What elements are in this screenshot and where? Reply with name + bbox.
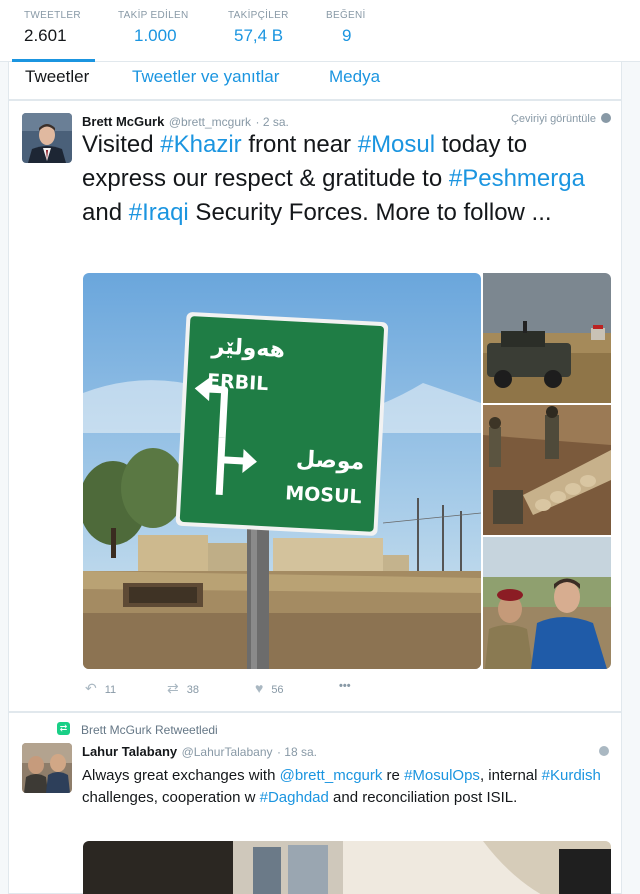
- text-segment: Visited: [82, 131, 161, 158]
- tab-tweets[interactable]: Tweetler: [25, 67, 89, 87]
- hashtag-link[interactable]: #Daghdad: [260, 789, 329, 806]
- tab-media[interactable]: Medya: [329, 67, 380, 87]
- hashtag-link[interactable]: #Kurdish: [542, 767, 601, 784]
- tweet-time[interactable]: · 2 sa.: [255, 115, 288, 129]
- stat-label: TAKİPÇİLER: [228, 10, 289, 21]
- text-segment: Always great exchanges with: [82, 767, 280, 784]
- media-photo-trench[interactable]: [483, 405, 611, 535]
- mention-link[interactable]: @brett_mcgurk: [280, 767, 383, 784]
- author-handle[interactable]: @LahurTalabany: [182, 745, 273, 759]
- reply-button[interactable]: ↶ 11: [85, 680, 116, 697]
- avatar[interactable]: [22, 743, 72, 793]
- text-segment: front near: [241, 131, 358, 158]
- stat-label: TAKİP EDİLEN: [118, 10, 189, 21]
- translate-label[interactable]: Çeviriyi görüntüle: [511, 113, 596, 125]
- text-segment: challenges, cooperation w: [82, 789, 260, 806]
- media-photo-road-sign[interactable]: هەولێر ERBIL موصل MOSUL: [83, 273, 481, 669]
- more-button[interactable]: •••: [339, 680, 351, 692]
- hashtag-link[interactable]: #Peshmerga: [449, 165, 585, 192]
- stat-label: TWEETLER: [24, 10, 81, 21]
- tweet-text: Always great exchanges with @brett_mcgur…: [82, 765, 612, 809]
- stat-value: 57,4 B: [234, 26, 284, 45]
- stat-value: 9: [342, 26, 352, 45]
- sign-erbil: ERBIL: [207, 370, 269, 395]
- stat-followers[interactable]: TAKİPÇİLER 57,4 B: [228, 10, 289, 46]
- retweet-icon: ⇄: [167, 680, 179, 696]
- sign-mosul: MOSUL: [285, 482, 362, 508]
- retweet-button[interactable]: ⇄ 38: [167, 680, 199, 697]
- hashtag-link[interactable]: #Mosul: [358, 131, 435, 158]
- author-handle[interactable]: @brett_mcgurk: [169, 115, 251, 129]
- hashtag-link[interactable]: #Iraqi: [129, 199, 189, 226]
- sign-arabic-top: هەولێر: [210, 334, 285, 363]
- like-count: 56: [271, 684, 284, 696]
- tweet-text: Visited #Khazir front near #Mosul today …: [82, 128, 612, 230]
- stat-likes[interactable]: BEĞENİ 9: [326, 10, 366, 46]
- stat-following[interactable]: TAKİP EDİLEN 1.000: [118, 10, 188, 46]
- text-segment: and: [82, 199, 129, 226]
- text-segment: , internal: [479, 767, 542, 784]
- globe-icon[interactable]: [599, 746, 609, 756]
- stat-value: 1.000: [134, 26, 177, 45]
- text-segment: Security Forces. More to follow ...: [188, 199, 552, 226]
- author-name[interactable]: Brett McGurk: [82, 114, 164, 129]
- stat-tweets[interactable]: TWEETLER 2.601: [12, 10, 95, 62]
- reply-count: 11: [104, 684, 117, 696]
- globe-icon: [601, 113, 611, 123]
- like-button[interactable]: ♥ 56: [255, 680, 284, 696]
- translate-link[interactable]: Çeviriyi görüntüle: [511, 113, 611, 125]
- media-photo-two-men[interactable]: [483, 537, 611, 669]
- profile-stats-bar: TWEETLER 2.601 TAKİP EDİLEN 1.000 TAKİPÇ…: [0, 0, 640, 62]
- sign-arabic-bottom: موصل: [295, 447, 365, 476]
- retweet-count: 38: [186, 684, 199, 696]
- tweet-card[interactable]: ⇄ Brett McGurk Retweetledi Lahur Talaban…: [8, 712, 622, 894]
- heart-icon: ♥: [255, 680, 264, 696]
- hashtag-link[interactable]: #MosulOps: [404, 767, 480, 784]
- reply-icon: ↶: [85, 680, 97, 696]
- retweeted-by-label[interactable]: Brett McGurk Retweetledi: [81, 723, 218, 737]
- hashtag-link[interactable]: #Khazir: [160, 131, 241, 158]
- tab-tweets-and-replies[interactable]: Tweetler ve yanıtlar: [132, 67, 279, 87]
- tweet-card[interactable]: Brett McGurk @brett_mcgurk · 2 sa. Çevir…: [8, 100, 622, 712]
- text-segment: and reconciliation post ISIL.: [328, 789, 518, 806]
- tweet-time[interactable]: · 18 sa.: [277, 745, 317, 759]
- tweet-header: Lahur Talabany @LahurTalabany · 18 sa.: [82, 743, 317, 761]
- avatar[interactable]: [22, 113, 72, 163]
- media-photo-vehicle[interactable]: [483, 273, 611, 403]
- stat-label: BEĞENİ: [326, 10, 366, 21]
- media-photo-meeting[interactable]: [83, 841, 611, 894]
- profile-tabs: Tweetler Tweetler ve yanıtlar Medya: [8, 62, 622, 100]
- retweet-icon: ⇄: [57, 722, 70, 735]
- author-name[interactable]: Lahur Talabany: [82, 744, 177, 759]
- text-segment: re: [382, 767, 405, 784]
- stat-value: 2.601: [24, 26, 67, 45]
